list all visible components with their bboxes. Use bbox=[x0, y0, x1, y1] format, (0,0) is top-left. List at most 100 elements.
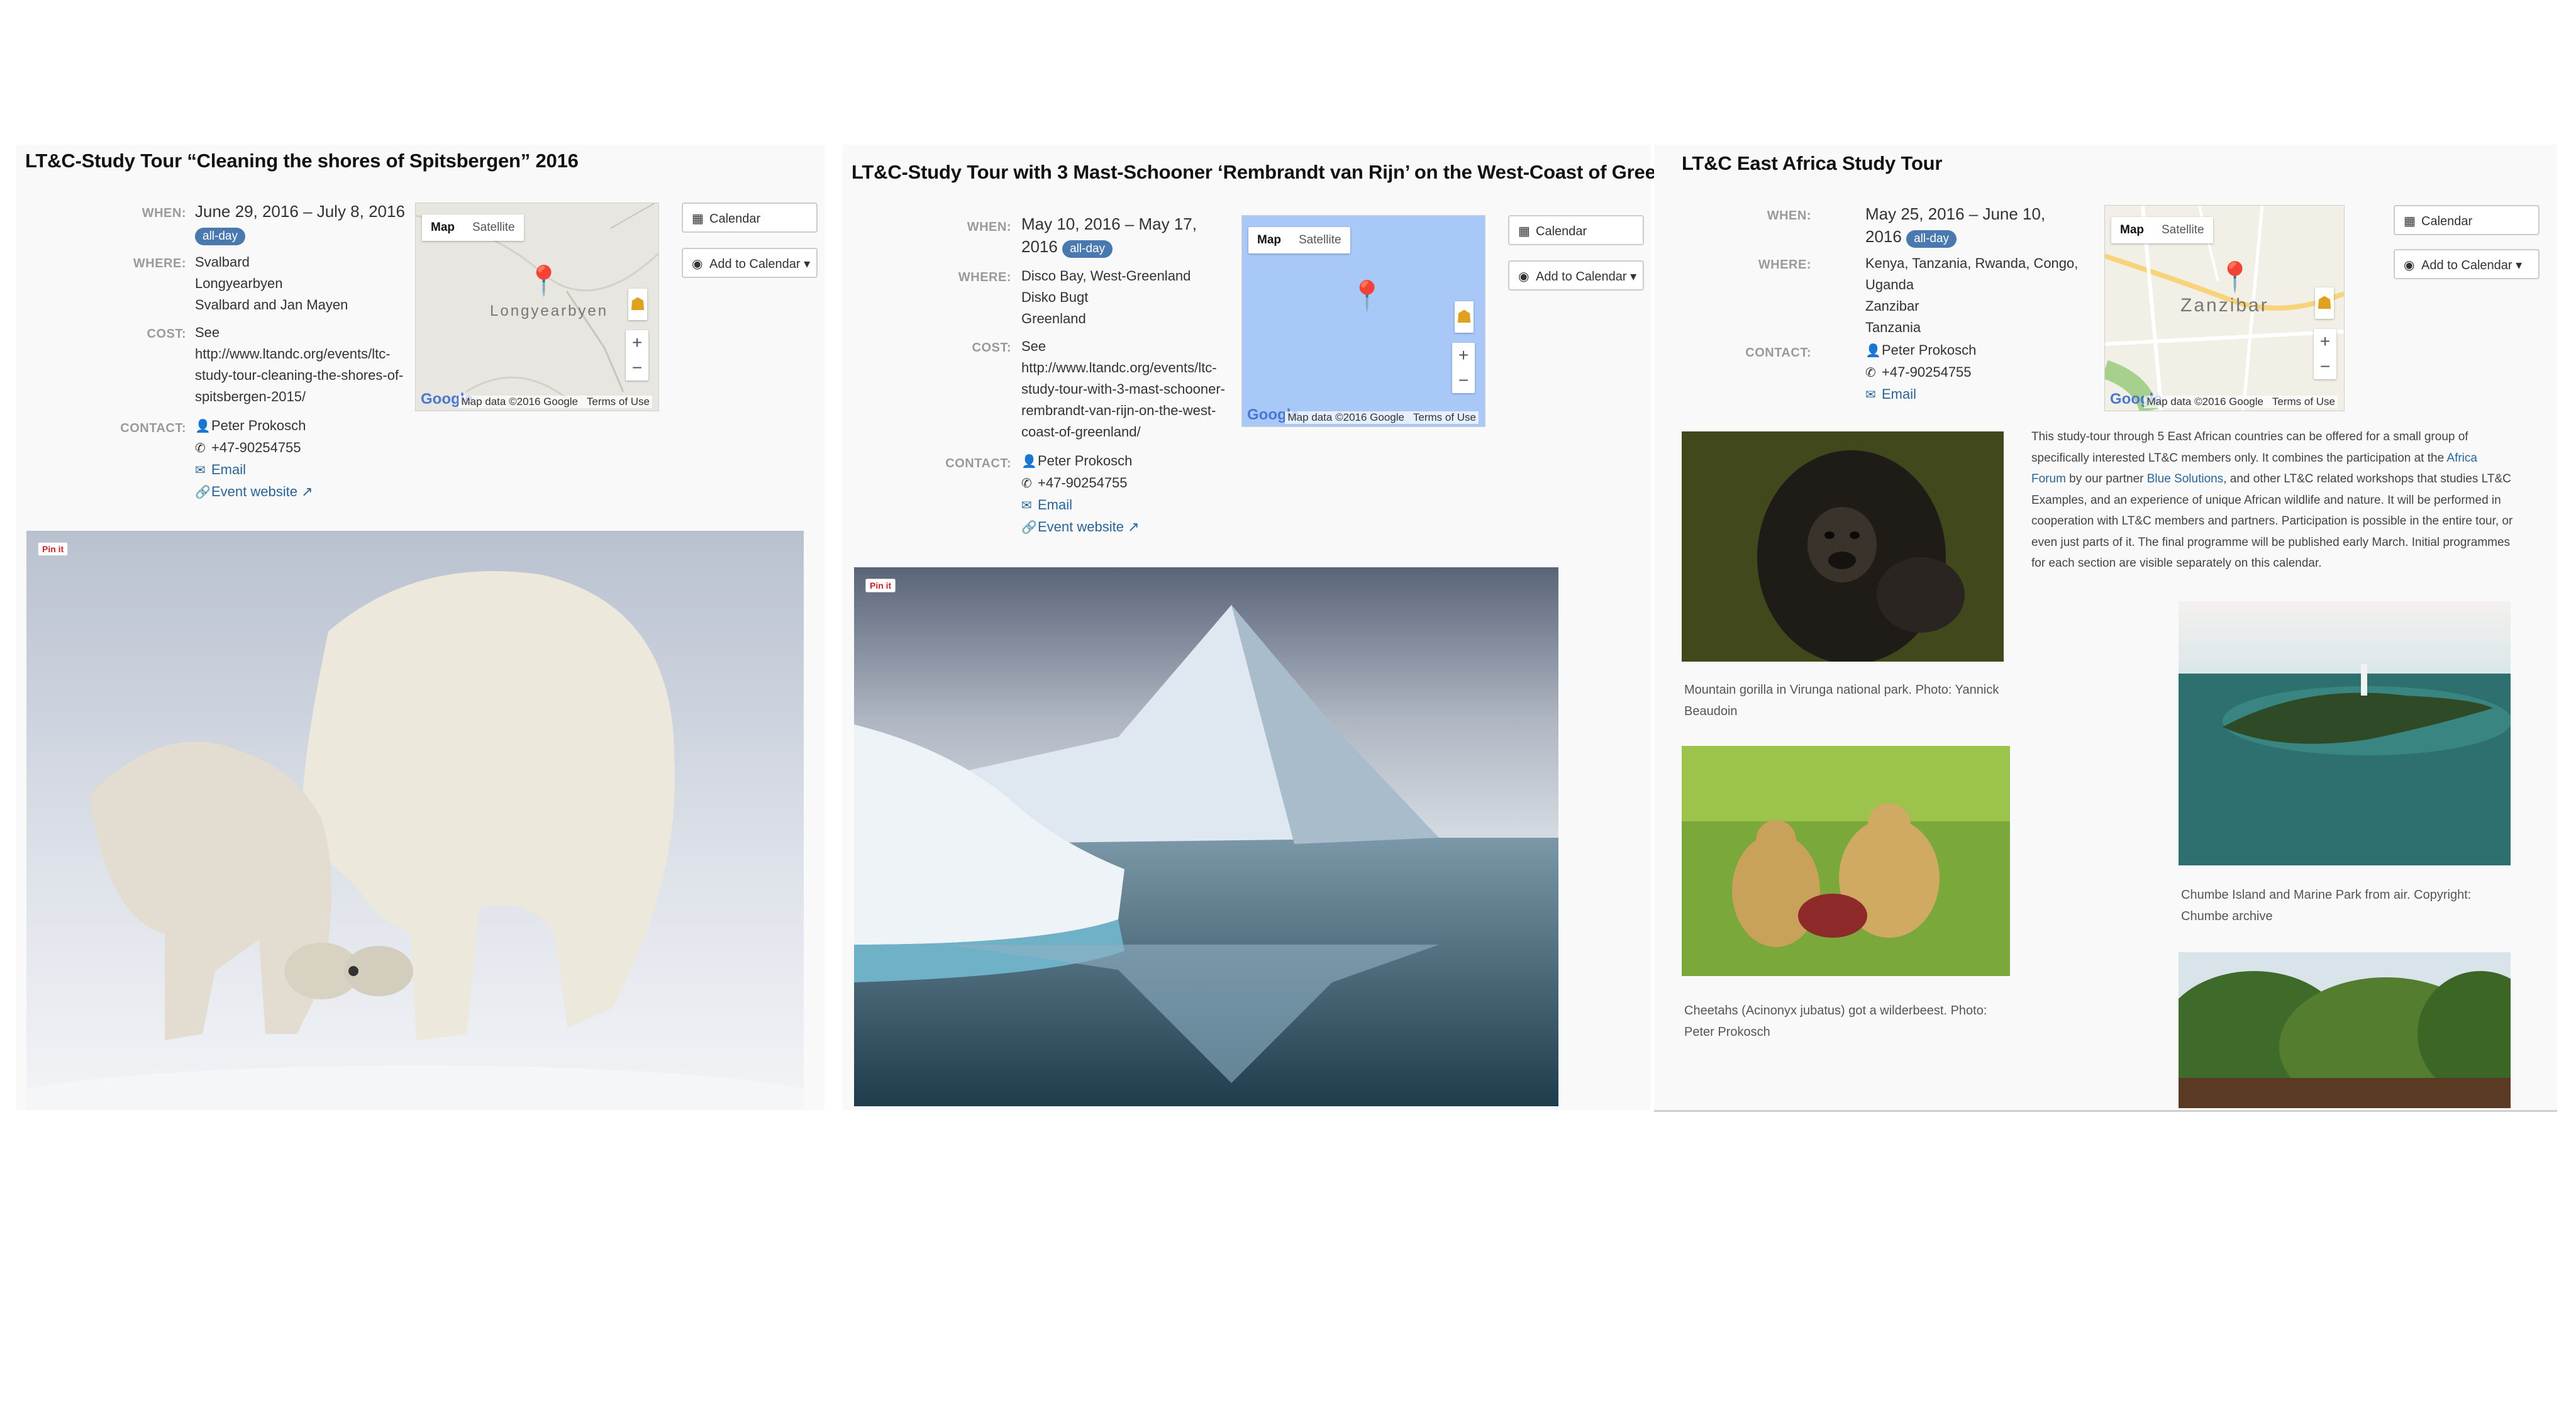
calendar-button[interactable]: ▦ Calendar bbox=[2394, 205, 2540, 235]
contact-label: CONTACT: bbox=[120, 421, 186, 435]
contact-name: Peter Prokosch bbox=[211, 418, 306, 433]
iceberg-image bbox=[854, 567, 1558, 1106]
blue-solutions-link[interactable]: Blue Solutions bbox=[2147, 472, 2223, 486]
zoom-out-button[interactable]: − bbox=[1452, 368, 1475, 393]
gorilla-caption: Mountain gorilla in Virunga national par… bbox=[1684, 679, 2011, 722]
event-title[interactable]: LT&C East Africa Study Tour bbox=[1682, 152, 1942, 175]
calendar-button[interactable]: ▦ Calendar bbox=[682, 203, 818, 233]
external-link-icon: ↗ bbox=[301, 484, 313, 499]
event-title[interactable]: LT&C-Study Tour with 3 Mast-Schooner ‘Re… bbox=[852, 161, 1707, 184]
where-label: WHERE: bbox=[133, 257, 186, 270]
rss-icon: ◉ bbox=[692, 257, 703, 271]
street-view-pegman-icon[interactable]: ☗ bbox=[2315, 287, 2334, 319]
email-link[interactable]: ✉ Email bbox=[1865, 384, 1976, 406]
event-location: Disco Bay, West-Greenland Disko Bugt Gre… bbox=[1021, 265, 1191, 330]
event-date: May 25, 2016 – June 10, 2016 all-day bbox=[1865, 203, 2079, 248]
terms-link[interactable]: Terms of Use bbox=[2272, 396, 2335, 408]
event-location: Svalbard Longyearbyen Svalbard and Jan M… bbox=[195, 252, 348, 316]
event-location: Kenya, Tanzania, Rwanda, Congo, Uganda Z… bbox=[1865, 253, 2078, 338]
link-icon: 🔗 bbox=[195, 486, 211, 499]
map-data-text: Map data ©2016 Google bbox=[461, 396, 578, 408]
event-contact: 👤Peter Prokosch ✆ +47-90254755 ✉ Email bbox=[1865, 340, 1976, 406]
event-map[interactable]: Map Satellite 📍 Longyearbyen ☗ + − Googl… bbox=[415, 203, 659, 411]
location-line: Disko Bugt bbox=[1021, 289, 1089, 305]
where-label: WHERE: bbox=[1758, 258, 1811, 272]
zoom-in-button[interactable]: + bbox=[626, 330, 648, 355]
map-tab[interactable]: Map bbox=[422, 214, 464, 241]
satellite-tab[interactable]: Satellite bbox=[464, 214, 524, 241]
caption-line: Beaudoin bbox=[1684, 704, 1738, 718]
email-link[interactable]: ✉ Email bbox=[195, 459, 313, 481]
cost-line: coast-of-greenland/ bbox=[1021, 424, 1141, 440]
email-label: Email bbox=[1038, 497, 1073, 513]
description-line: even just parts of it. The final program… bbox=[2031, 535, 2511, 549]
cost-line: http://www.ltandc.org/events/ltc- bbox=[195, 346, 391, 362]
map-attribution: Map data ©2016 Google Terms of Use bbox=[2144, 396, 2338, 408]
event-map[interactable]: Map Satellite 📍 Zanzibar ☗ + − Google Ma… bbox=[2104, 205, 2345, 411]
calendar-icon: ▦ bbox=[2404, 214, 2416, 228]
description-line: cooperation with LT&C members and partne… bbox=[2031, 514, 2513, 528]
event-contact: 👤Peter Prokosch ✆ +47-90254755 ✉ Email 🔗Ev… bbox=[195, 415, 313, 503]
contact-phone: +47-90254755 bbox=[1038, 475, 1128, 491]
add-to-calendar-button[interactable]: ◉ Add to Calendar ▾ bbox=[2394, 249, 2540, 279]
location-line: Kenya, Tanzania, Rwanda, Congo, bbox=[1865, 255, 2079, 271]
terms-link[interactable]: Terms of Use bbox=[1413, 411, 1476, 423]
zoom-out-button[interactable]: − bbox=[626, 355, 648, 380]
cheetahs-image bbox=[1682, 746, 2010, 976]
external-link-icon: ↗ bbox=[1128, 519, 1140, 535]
zoom-out-button[interactable]: − bbox=[2314, 354, 2336, 379]
cheetahs-photo bbox=[1682, 746, 2010, 976]
pin-it-button[interactable]: Pin it bbox=[865, 579, 896, 592]
cheetahs-caption: Cheetahs (Acinonyx jubatus) got a wilder… bbox=[1684, 1000, 2011, 1043]
street-view-pegman-icon[interactable]: ☗ bbox=[628, 289, 647, 320]
envelope-icon: ✉ bbox=[195, 464, 206, 477]
email-link[interactable]: ✉ Email bbox=[1021, 494, 1140, 516]
phone-icon: ✆ bbox=[1021, 477, 1032, 491]
street-view-pegman-icon[interactable]: ☗ bbox=[1455, 301, 1474, 333]
calendar-button[interactable]: ▦ Calendar bbox=[1508, 215, 1644, 245]
add-to-calendar-button[interactable]: ◉ Add to Calendar ▾ bbox=[1508, 260, 1644, 291]
event-panel-spitsbergen: LT&C-Study Tour “Cleaning the shores of … bbox=[16, 145, 824, 1110]
description-line: Examples, and an experience of unique Af… bbox=[2031, 493, 2501, 507]
satellite-tab[interactable]: Satellite bbox=[1290, 227, 1350, 253]
event-map[interactable]: Map Satellite 📍 ☗ + − Google Map data ©2… bbox=[1241, 215, 1485, 427]
map-tab[interactable]: Map bbox=[2111, 217, 2153, 243]
cost-line: See bbox=[1021, 338, 1046, 354]
terms-link[interactable]: Terms of Use bbox=[587, 396, 650, 408]
caption-line: Peter Prokosch bbox=[1684, 1025, 1770, 1039]
polar-bears-image bbox=[26, 531, 804, 1110]
location-line: Disco Bay, West-Greenland bbox=[1021, 268, 1191, 284]
contact-name: Peter Prokosch bbox=[1882, 342, 1977, 358]
pin-it-button[interactable]: Pin it bbox=[38, 542, 69, 556]
map-type-toggle: Map Satellite bbox=[2111, 217, 2213, 243]
zoom-control: + − bbox=[1452, 343, 1475, 393]
map-marker-icon[interactable]: 📍 bbox=[2217, 262, 2253, 291]
caption-line: Mountain gorilla in Virunga national par… bbox=[1684, 683, 1999, 697]
zoom-in-button[interactable]: + bbox=[1452, 343, 1475, 368]
contact-phone: +47-90254755 bbox=[1882, 364, 1972, 380]
event-website-link[interactable]: 🔗Event website ↗ bbox=[195, 481, 313, 503]
map-type-toggle: Map Satellite bbox=[422, 214, 524, 241]
add-to-calendar-label: Add to Calendar ▾ bbox=[709, 257, 811, 271]
cost-line: study-tour-with-3-mast-schooner- bbox=[1021, 381, 1225, 397]
all-day-badge: all-day bbox=[1906, 230, 1957, 248]
add-to-calendar-label: Add to Calendar ▾ bbox=[1536, 270, 1637, 284]
date-range: May 10, 2016 – May 17, bbox=[1021, 214, 1197, 233]
phone-icon: ✆ bbox=[1865, 366, 1876, 380]
map-tab[interactable]: Map bbox=[1248, 227, 1290, 253]
zoom-in-button[interactable]: + bbox=[2314, 329, 2336, 354]
event-title[interactable]: LT&C-Study Tour “Cleaning the shores of … bbox=[25, 150, 579, 172]
map-place-label: Zanzibar bbox=[2180, 295, 2269, 316]
map-marker-icon[interactable]: 📍 bbox=[1349, 281, 1385, 310]
map-marker-icon[interactable]: 📍 bbox=[526, 266, 562, 295]
satellite-tab[interactable]: Satellite bbox=[2153, 217, 2213, 243]
africa-forum-link[interactable]: Africa bbox=[2446, 452, 2477, 465]
africa-forum-link[interactable]: Forum bbox=[2031, 472, 2066, 486]
add-to-calendar-button[interactable]: ◉ Add to Calendar ▾ bbox=[682, 248, 818, 278]
chumbe-island-photo bbox=[2179, 601, 2511, 865]
map-attribution: Map data ©2016 Google Terms of Use bbox=[1285, 411, 1479, 424]
description-line: for each section are visible separately … bbox=[2031, 557, 2322, 570]
envelope-icon: ✉ bbox=[1021, 499, 1032, 513]
event-website-link[interactable]: 🔗Event website ↗ bbox=[1021, 516, 1140, 538]
location-line: Uganda bbox=[1865, 277, 1914, 292]
